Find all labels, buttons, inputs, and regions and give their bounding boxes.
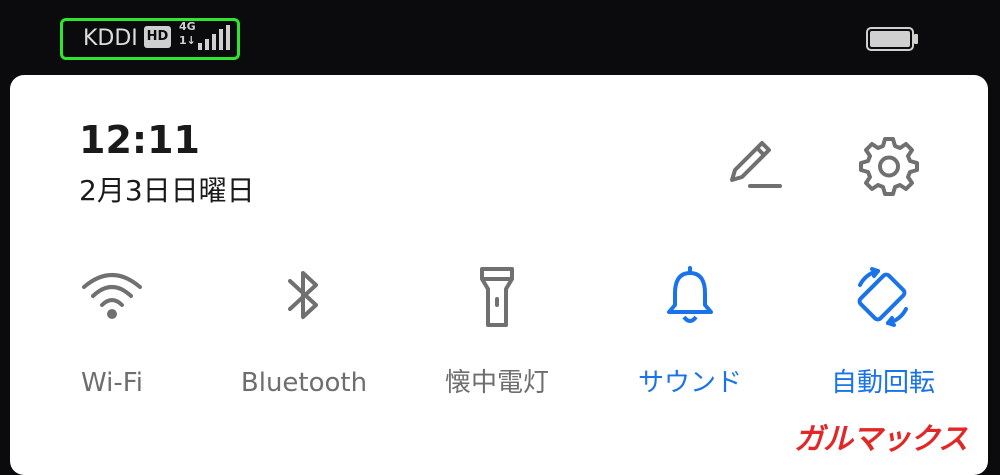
gear-icon — [859, 137, 919, 196]
tile-label: Bluetooth — [240, 368, 368, 398]
pencil-icon — [730, 141, 782, 188]
tile-wifi[interactable]: Wi-Fi — [27, 265, 197, 415]
tile-label: Wi-Fi — [80, 368, 144, 398]
network-activity: 1↓ — [179, 34, 196, 47]
tile-auto-rotate[interactable]: 自動回転 — [798, 265, 968, 415]
settings-button[interactable] — [858, 135, 920, 197]
carrier-name: KDDI — [83, 26, 138, 51]
status-bar: KDDI HD 4G 1↓ — [0, 0, 1000, 75]
wifi-icon — [80, 265, 144, 329]
tile-label: サウンド — [637, 368, 742, 398]
flashlight-icon — [477, 265, 517, 333]
clock-time: 12:11 — [79, 118, 200, 162]
tile-flashlight[interactable]: 懐中電灯 — [412, 265, 582, 415]
bluetooth-icon — [284, 265, 324, 331]
edit-tiles-button[interactable] — [726, 138, 782, 190]
hd-voice-badge: HD — [144, 26, 171, 48]
tile-label: 自動回転 — [830, 368, 935, 398]
clock-date: 2月3日日曜日 — [79, 174, 255, 207]
bell-icon — [664, 265, 716, 331]
signal-bars-icon — [196, 25, 230, 55]
tile-label: 懐中電灯 — [444, 368, 549, 398]
battery-icon — [866, 27, 920, 55]
network-type: 4G 1↓ — [179, 20, 196, 48]
auto-rotate-icon — [850, 265, 916, 333]
tile-bluetooth[interactable]: Bluetooth — [219, 265, 389, 415]
tile-sound[interactable]: サウンド — [605, 265, 775, 415]
network-type-label: 4G — [179, 20, 196, 33]
site-watermark-logo: ガルマックス — [794, 422, 968, 457]
